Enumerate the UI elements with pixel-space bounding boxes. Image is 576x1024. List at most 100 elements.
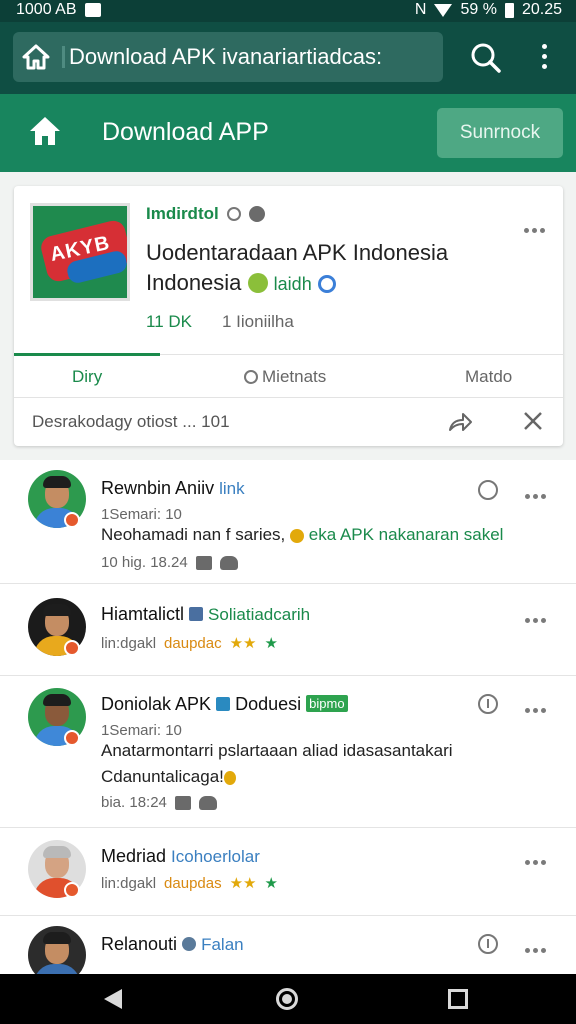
author-link[interactable]: Icohoerlolar xyxy=(171,847,260,866)
app-logo: AKYB xyxy=(30,203,130,301)
app-name-tag[interactable]: laidh xyxy=(274,274,312,294)
search-icon[interactable] xyxy=(470,42,502,74)
signal-label: N xyxy=(414,1,427,18)
like-icon[interactable] xyxy=(195,555,212,570)
post-author[interactable]: Relanouti Falan xyxy=(101,934,244,955)
emoji-icon xyxy=(317,275,336,293)
app-name-line1: Uodentaradaan APK Indonesia xyxy=(146,240,449,265)
close-icon[interactable] xyxy=(522,410,544,432)
rating-stars: ★★ xyxy=(229,875,257,892)
globe-icon xyxy=(248,206,265,222)
status-badge: bipmo xyxy=(306,695,348,712)
recent-apps-icon[interactable] xyxy=(448,989,468,1009)
home-icon[interactable] xyxy=(21,43,51,71)
post-body-line2: Cdanuntalicaga! xyxy=(101,767,224,786)
post-author[interactable]: Hiamtalictl Soliatiadcarih xyxy=(101,604,310,625)
author-link[interactable]: Doduesi xyxy=(235,694,301,714)
circle-icon xyxy=(244,370,258,384)
emoji-icon xyxy=(247,273,268,293)
share-icon[interactable] xyxy=(447,410,473,434)
like-icon[interactable] xyxy=(174,795,191,810)
app-name: Uodentaradaan APK Indonesia Indonesia la… xyxy=(146,238,546,299)
url-text[interactable]: Download APK ivanariartiadcas: xyxy=(69,44,435,70)
download-count: 11 DK xyxy=(146,312,192,331)
post-footer: lin:dgakl daupdac ★★ ★ xyxy=(101,634,278,653)
badge-icon xyxy=(64,640,80,656)
post-more-icon[interactable] xyxy=(525,610,551,623)
developer-row: Imdirdtol xyxy=(146,204,265,224)
overflow-menu-icon[interactable] xyxy=(536,44,552,74)
info-icon xyxy=(216,697,231,711)
list-item[interactable]: Relanouti Falan xyxy=(0,916,576,974)
list-item[interactable]: Medriad Icohoerlolar lin:dgakl daupdas ★… xyxy=(0,828,576,916)
badge-icon xyxy=(64,512,80,528)
list-item[interactable]: Doniolak APK Doduesi bipmo 1Semari: 10 A… xyxy=(0,676,576,828)
tab-matdo[interactable]: Matdo xyxy=(465,367,512,387)
card-more-icon[interactable] xyxy=(524,220,550,233)
chat-icon xyxy=(182,937,197,951)
heart-icon[interactable] xyxy=(219,555,238,570)
post-more-icon[interactable] xyxy=(525,486,551,499)
info-icon[interactable] xyxy=(478,694,498,714)
badge-icon xyxy=(64,730,80,746)
post-more-icon[interactable] xyxy=(525,852,551,865)
card-footer: Desrakodagy otiost ... 101 xyxy=(32,412,230,432)
author-link[interactable]: Soliatiadcarih xyxy=(208,605,310,624)
circle-icon[interactable] xyxy=(478,480,498,500)
post-tag[interactable]: daupdas xyxy=(164,875,222,892)
post-footer: 10 hig. 18.24 xyxy=(101,554,238,571)
post-time: lin:dgakl xyxy=(101,874,157,892)
header-action-button[interactable]: Sunrnock xyxy=(437,108,563,158)
wifi-icon xyxy=(434,3,453,17)
post-body-line1: Anatarmontarri pslartaaan aliad idasasan… xyxy=(101,741,453,760)
emoji-icon xyxy=(290,529,305,543)
post-time: bia. 18:24 xyxy=(101,794,167,811)
home-icon[interactable] xyxy=(28,115,62,147)
developer-name[interactable]: Imdirdtol xyxy=(146,204,219,224)
author-name: Relanouti xyxy=(101,934,178,954)
post-body: Neohamadi nan f saries, eka APK nakanara… xyxy=(101,522,541,548)
info-icon[interactable] xyxy=(478,934,498,954)
card-footer-count: 101 xyxy=(201,412,230,431)
list-item[interactable]: Rewnbin Aniiv link 1Semari: 10 Neohamadi… xyxy=(0,460,576,584)
post-more-icon[interactable] xyxy=(525,700,551,713)
notification-icon xyxy=(84,3,101,17)
post-footer: bia. 18:24 xyxy=(101,794,217,811)
home-button-icon[interactable] xyxy=(276,988,298,1010)
post-time: 10 hig. 18.24 xyxy=(101,554,188,571)
battery-percent: 59 % xyxy=(460,1,497,18)
post-body: Anatarmontarri pslartaaan aliad idasasan… xyxy=(101,738,551,790)
person-icon xyxy=(189,607,204,621)
url-divider xyxy=(62,46,65,68)
review-feed: Rewnbin Aniiv link 1Semari: 10 Neohamadi… xyxy=(0,460,576,974)
avatar[interactable] xyxy=(28,926,86,974)
page-title: Download APP xyxy=(102,118,269,146)
app-tabs: Diry Mietnats Matdo xyxy=(14,353,563,398)
post-body-suffix: sakel xyxy=(459,525,504,544)
author-link[interactable]: Falan xyxy=(201,935,244,954)
post-author[interactable]: Doniolak APK Doduesi bipmo xyxy=(101,694,348,715)
status-bar: 1000 AB N 59 % 20.25 xyxy=(0,0,576,22)
tab-mietnats[interactable]: Mietnats xyxy=(244,367,326,387)
back-icon[interactable] xyxy=(104,989,122,1009)
rating-stars: ★★ xyxy=(229,635,257,652)
rating-star-extra: ★ xyxy=(264,635,278,652)
status-clock: 20.25 xyxy=(521,1,562,18)
post-meta: 1Semari: 10 xyxy=(101,506,182,523)
emoji-icon xyxy=(223,771,236,785)
post-tag[interactable]: daupdac xyxy=(164,635,222,652)
post-body-highlight[interactable]: eka APK nakanaran xyxy=(309,525,459,544)
author-name: Medriad xyxy=(101,846,167,866)
post-author[interactable]: Medriad Icohoerlolar xyxy=(101,846,260,867)
heart-icon[interactable] xyxy=(198,795,217,810)
post-more-icon[interactable] xyxy=(525,940,551,953)
badge-icon xyxy=(64,882,80,898)
app-stats: 11 DK 1 Iioniilha xyxy=(146,312,294,332)
list-item[interactable]: Hiamtalictl Soliatiadcarih lin:dgakl dau… xyxy=(0,584,576,676)
post-body-text: Neohamadi nan f saries, xyxy=(101,525,286,544)
browser-toolbar: Download APK ivanariartiadcas: xyxy=(0,22,576,94)
post-author[interactable]: Rewnbin Aniiv link xyxy=(101,478,245,499)
url-bar[interactable]: Download APK ivanariartiadcas: xyxy=(13,32,443,82)
tab-diry[interactable]: Diry xyxy=(72,367,102,387)
author-link[interactable]: link xyxy=(219,479,245,498)
